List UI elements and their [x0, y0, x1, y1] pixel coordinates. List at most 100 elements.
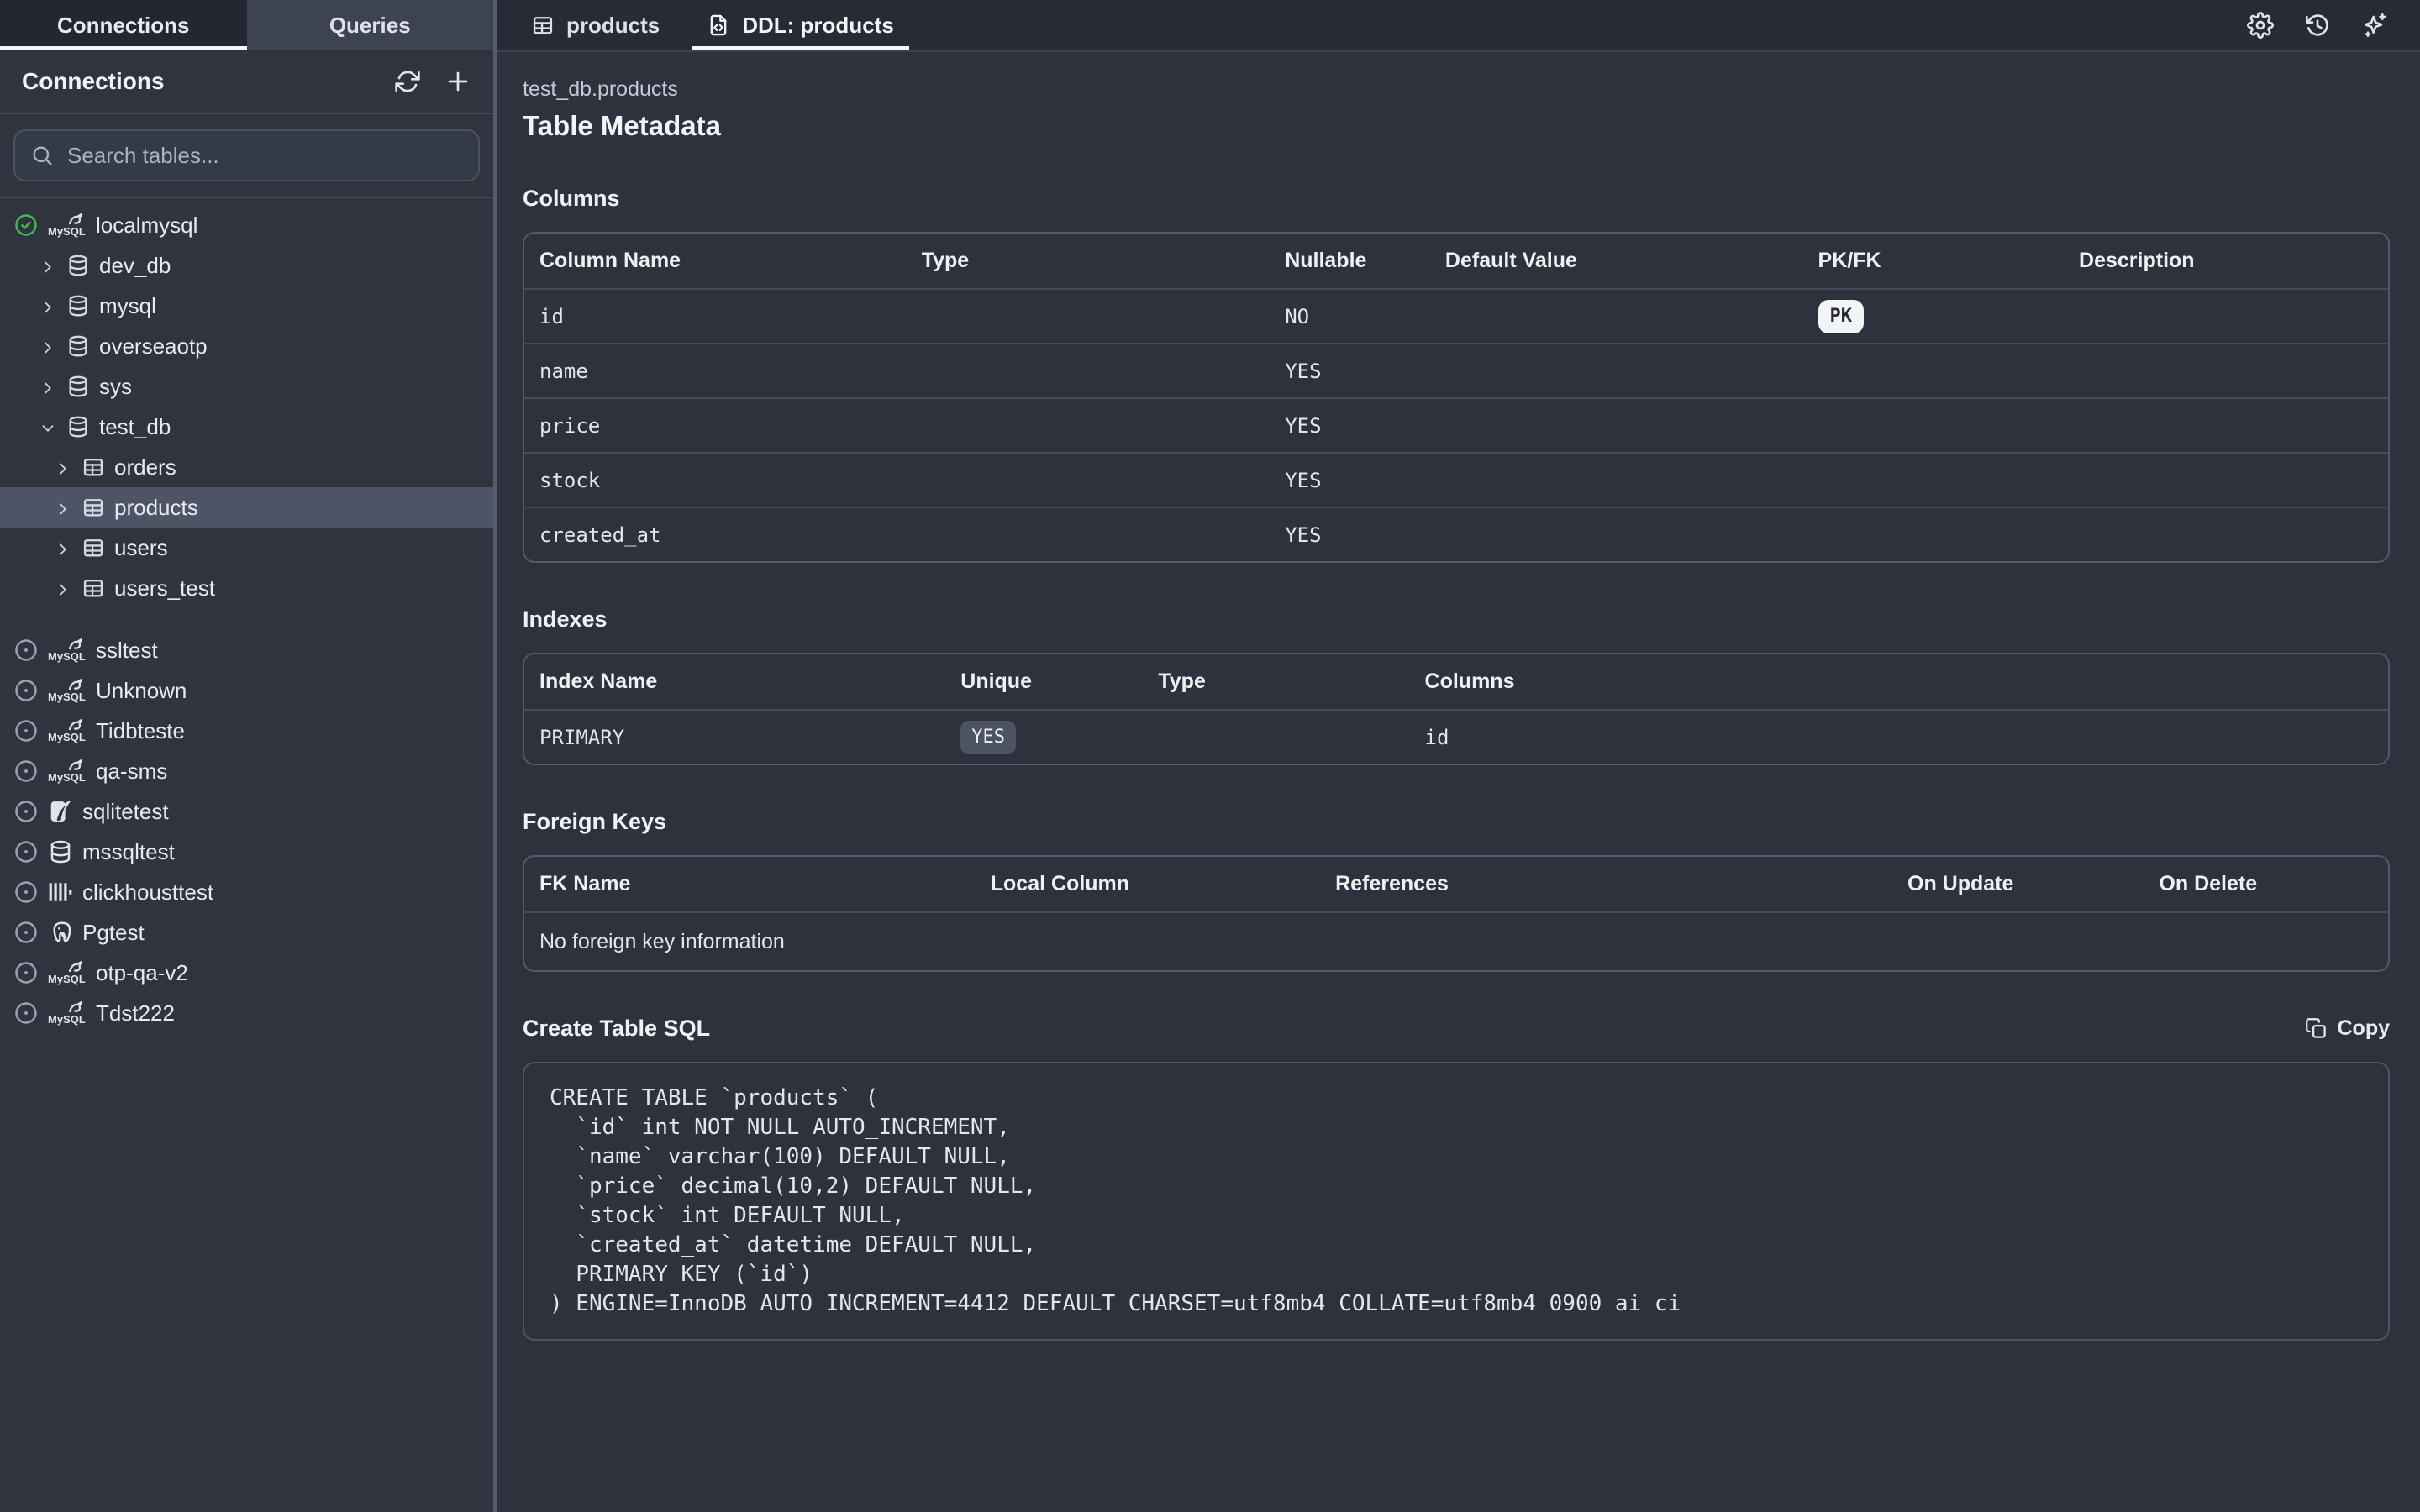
tree-item-connection-sqlitetest[interactable]: sqlitetest: [0, 791, 493, 832]
tree-item-label: orders: [114, 454, 176, 480]
tree-item-label: localmysql: [96, 213, 197, 239]
tree-item-connection-Unknown[interactable]: MySQLUnknown: [0, 670, 493, 711]
tree-item-database-dev_db[interactable]: dev_db: [0, 245, 493, 286]
table-cell: YES: [1270, 523, 1430, 547]
status-idle-icon: [13, 759, 39, 784]
tree-item-table-products[interactable]: products: [0, 487, 493, 528]
table-cell: stock: [524, 469, 907, 492]
mysql-icon: MySQL: [48, 638, 87, 663]
table-cell: YES: [1270, 469, 1430, 492]
column-row-stock: stock YES: [524, 452, 2388, 507]
table-header-row: Column NameTypeNullableDefault ValuePK/F…: [524, 234, 2388, 288]
mysql-icon: MySQL: [48, 1000, 87, 1026]
svg-text:MySQL: MySQL: [48, 973, 86, 985]
status-idle-icon: [13, 718, 39, 743]
tree-item-label: ssltest: [96, 638, 158, 664]
tree-item-table-users_test[interactable]: users_test: [0, 568, 493, 608]
tree-item-label: Tidbteste: [96, 718, 185, 744]
mysql-icon: MySQL: [48, 213, 87, 238]
status-idle-icon: [13, 879, 39, 905]
column-row-id: idNOPK: [524, 288, 2388, 343]
ai-sparkles-icon[interactable]: [2361, 12, 2388, 39]
tree-item-table-orders[interactable]: orders: [0, 447, 493, 487]
tree-item-connection-localmysql[interactable]: MySQL localmysql: [0, 205, 493, 245]
table-icon: [82, 455, 105, 479]
file-code-icon: [707, 13, 730, 37]
status-idle-icon: [13, 960, 39, 985]
search-input[interactable]: [66, 142, 463, 170]
tree-item-connection-mssqltest[interactable]: mssqltest: [0, 832, 493, 872]
tree-item-database-overseaotp[interactable]: overseaotp: [0, 326, 493, 366]
chevron-right-icon: [39, 337, 57, 355]
columns-section-title: Columns: [523, 186, 620, 212]
database-icon: [66, 415, 90, 438]
history-icon[interactable]: [2304, 12, 2331, 39]
svg-text:MySQL: MySQL: [48, 771, 86, 784]
tree-item-connection-Tdst222[interactable]: MySQLTdst222: [0, 993, 493, 1033]
table-header-row: FK NameLocal ColumnReferencesOn UpdateOn…: [524, 857, 2388, 911]
sidebar-tab-connections[interactable]: Connections: [0, 0, 247, 50]
tree-item-connection-qa-sms[interactable]: MySQLqa-sms: [0, 751, 493, 791]
table-icon: [82, 536, 105, 559]
mysql-icon: MySQL: [48, 759, 87, 784]
status-idle-icon: [13, 1000, 39, 1026]
svg-text:MySQL: MySQL: [48, 650, 86, 663]
tree-item-database-sys[interactable]: sys: [0, 366, 493, 407]
tree-item-database-test_db[interactable]: test_db: [0, 407, 493, 447]
tree-item-label: users_test: [114, 575, 215, 601]
table-cell: YES: [1270, 360, 1430, 383]
postgres-icon: [48, 920, 73, 945]
tree-item-label: otp-qa-v2: [96, 960, 188, 986]
table-header-row: Index NameUniqueTypeColumns: [524, 654, 2388, 709]
column-header: Description: [2064, 249, 2388, 273]
add-connection-icon[interactable]: [445, 68, 471, 95]
column-header: References: [1320, 872, 1892, 896]
mysql-icon: MySQL: [48, 718, 87, 743]
column-header: Type: [907, 249, 1270, 273]
svg-text:MySQL: MySQL: [48, 690, 86, 703]
tree-item-connection-Pgtest[interactable]: Pgtest: [0, 912, 493, 953]
tree-item-table-users[interactable]: users: [0, 528, 493, 568]
copy-sql-button[interactable]: Copy: [2305, 1016, 2391, 1041]
tree-item-label: mysql: [99, 293, 156, 319]
column-row-created_at: created_atYES: [524, 507, 2388, 561]
table-cell: PRIMARY: [524, 726, 945, 749]
chevron-right-icon: [54, 538, 72, 557]
status-idle-icon: [13, 638, 39, 663]
indexes-section: Indexes Index NameUniqueTypeColumnsPRIMA…: [523, 606, 2390, 765]
table-cell: price: [524, 414, 907, 438]
tree-group-gap: [0, 608, 493, 630]
settings-icon[interactable]: [2247, 12, 2274, 39]
tree-item-connection-clickhousttest[interactable]: clickhousttest: [0, 872, 493, 912]
main-area: products DDL: products test_db.products …: [497, 0, 2420, 1512]
tree-item-label: test_db: [99, 414, 171, 440]
svg-text:MySQL: MySQL: [48, 1013, 86, 1026]
mysql-icon: MySQL: [48, 960, 87, 985]
chevron-right-icon: [54, 579, 72, 597]
chevron-right-icon: [39, 256, 57, 275]
status-idle-icon: [13, 920, 39, 945]
database-icon: [66, 334, 90, 358]
columns-table: Column NameTypeNullableDefault ValuePK/F…: [523, 232, 2390, 563]
column-row-price: priceYES: [524, 397, 2388, 452]
sidebar-tab-queries[interactable]: Queries: [247, 0, 494, 50]
clickhouse-icon: [48, 879, 73, 905]
tree-item-database-mysql[interactable]: mysql: [0, 286, 493, 326]
table-cell: id: [524, 305, 907, 328]
tree-item-connection-ssltest[interactable]: MySQL ssltest: [0, 630, 493, 670]
tab-ddl-products[interactable]: DDL: products: [683, 0, 918, 50]
tree-item-label: clickhousttest: [82, 879, 213, 906]
unique-badge: YES: [960, 721, 1016, 754]
tree-item-label: Pgtest: [82, 920, 145, 946]
tree-item-label: sqlitetest: [82, 799, 169, 825]
connections-header: Connections: [0, 50, 493, 114]
tree-item-connection-otp-qa-v2[interactable]: MySQL otp-qa-v2: [0, 953, 493, 993]
tree-item-connection-Tidbteste[interactable]: MySQL Tidbteste: [0, 711, 493, 751]
copy-label: Copy: [2338, 1016, 2391, 1041]
table-icon: [531, 13, 555, 37]
foreign-keys-table: FK NameLocal ColumnReferencesOn UpdateOn…: [523, 855, 2390, 972]
pkfk-cell: PK: [1803, 300, 2065, 333]
refresh-icon[interactable]: [394, 68, 421, 95]
tab-products[interactable]: products: [508, 0, 683, 50]
chevron-right-icon: [54, 458, 72, 476]
